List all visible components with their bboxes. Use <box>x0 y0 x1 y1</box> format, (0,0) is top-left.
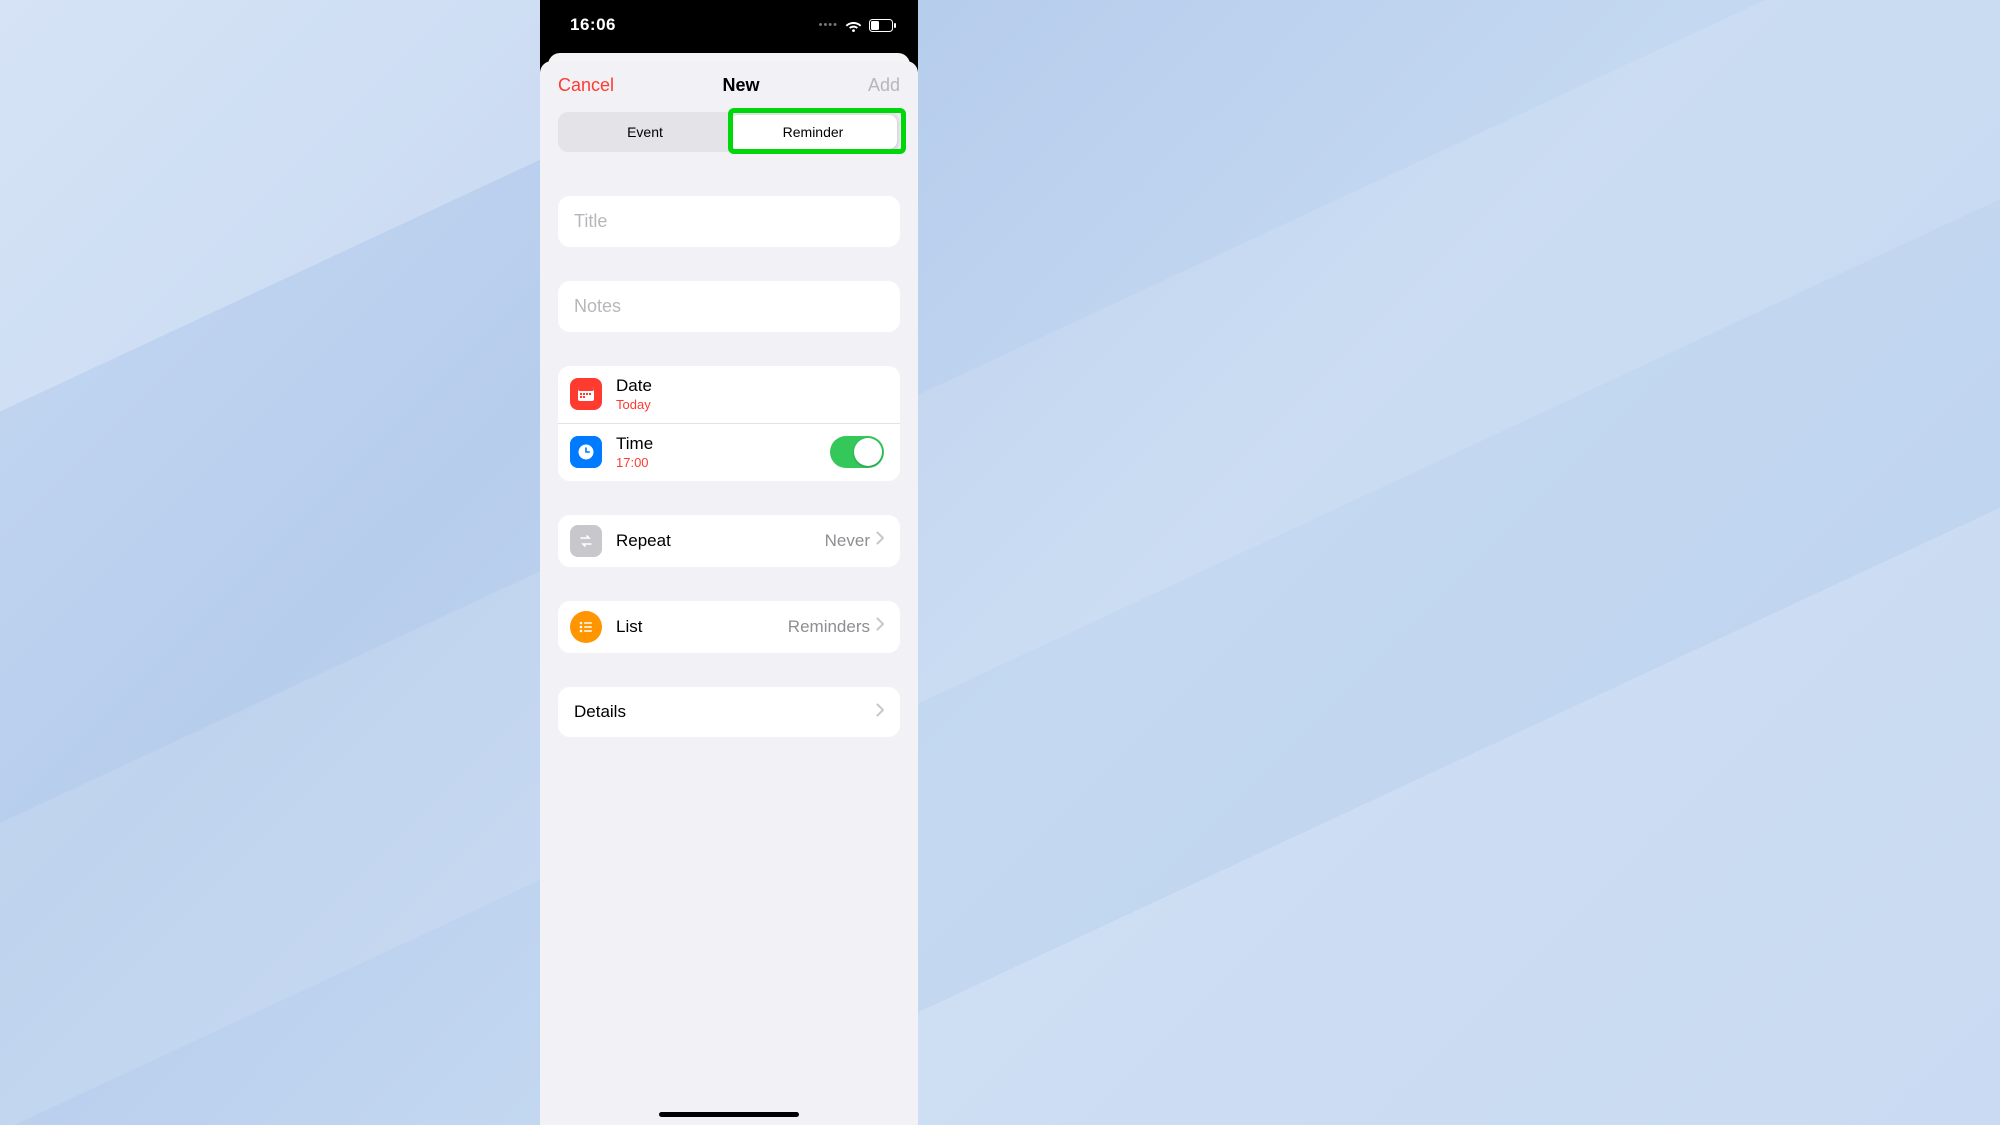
list-text: List <box>616 617 788 637</box>
time-text: Time 17:00 <box>616 434 830 471</box>
status-right: •••• <box>819 19 896 32</box>
time-label: Time <box>616 434 830 454</box>
list-value: Reminders <box>788 617 870 637</box>
repeat-icon <box>570 525 602 557</box>
title-cell[interactable] <box>558 196 900 247</box>
chevron-right-icon <box>876 531 884 550</box>
clock-icon <box>570 436 602 468</box>
navbar: Cancel New Add <box>540 61 918 108</box>
time-row[interactable]: Time 17:00 <box>558 423 900 481</box>
chevron-right-icon <box>876 617 884 636</box>
notes-card <box>558 281 900 332</box>
details-label: Details <box>574 702 876 722</box>
time-toggle[interactable] <box>830 436 884 468</box>
add-button[interactable]: Add <box>868 75 900 96</box>
title-input[interactable] <box>574 211 884 232</box>
notes-input[interactable] <box>574 296 884 317</box>
cellular-dots-icon: •••• <box>819 19 838 31</box>
repeat-text: Repeat <box>616 531 825 551</box>
date-text: Date Today <box>616 376 884 413</box>
form-content: Date Today Time 17:00 <box>540 152 918 737</box>
page-title: New <box>722 75 759 96</box>
status-bar: 16:06 •••• <box>540 0 918 50</box>
battery-icon <box>869 19 896 32</box>
notes-cell[interactable] <box>558 281 900 332</box>
segment-event[interactable]: Event <box>561 115 729 149</box>
details-row[interactable]: Details <box>558 687 900 737</box>
home-indicator[interactable] <box>659 1112 799 1117</box>
status-time: 16:06 <box>570 15 616 35</box>
phone-frame: 16:06 •••• Cancel New Add Event Reminder <box>540 0 918 1125</box>
repeat-label: Repeat <box>616 531 825 551</box>
modal-sheet: Cancel New Add Event Reminder <box>540 61 918 1125</box>
details-card: Details <box>558 687 900 737</box>
title-card <box>558 196 900 247</box>
date-row[interactable]: Date Today <box>558 366 900 423</box>
date-time-card: Date Today Time 17:00 <box>558 366 900 481</box>
date-label: Date <box>616 376 884 396</box>
list-label: List <box>616 617 788 637</box>
segmented-control: Event Reminder <box>558 112 900 152</box>
cancel-button[interactable]: Cancel <box>558 75 614 96</box>
repeat-row[interactable]: Repeat Never <box>558 515 900 567</box>
time-value: 17:00 <box>616 455 830 471</box>
list-card: List Reminders <box>558 601 900 653</box>
chevron-right-icon <box>876 703 884 722</box>
repeat-value: Never <box>825 531 870 551</box>
date-value: Today <box>616 397 884 413</box>
list-row[interactable]: List Reminders <box>558 601 900 653</box>
segment-reminder[interactable]: Reminder <box>729 115 897 149</box>
repeat-card: Repeat Never <box>558 515 900 567</box>
wifi-icon <box>845 19 862 32</box>
calendar-icon <box>570 378 602 410</box>
list-icon <box>570 611 602 643</box>
